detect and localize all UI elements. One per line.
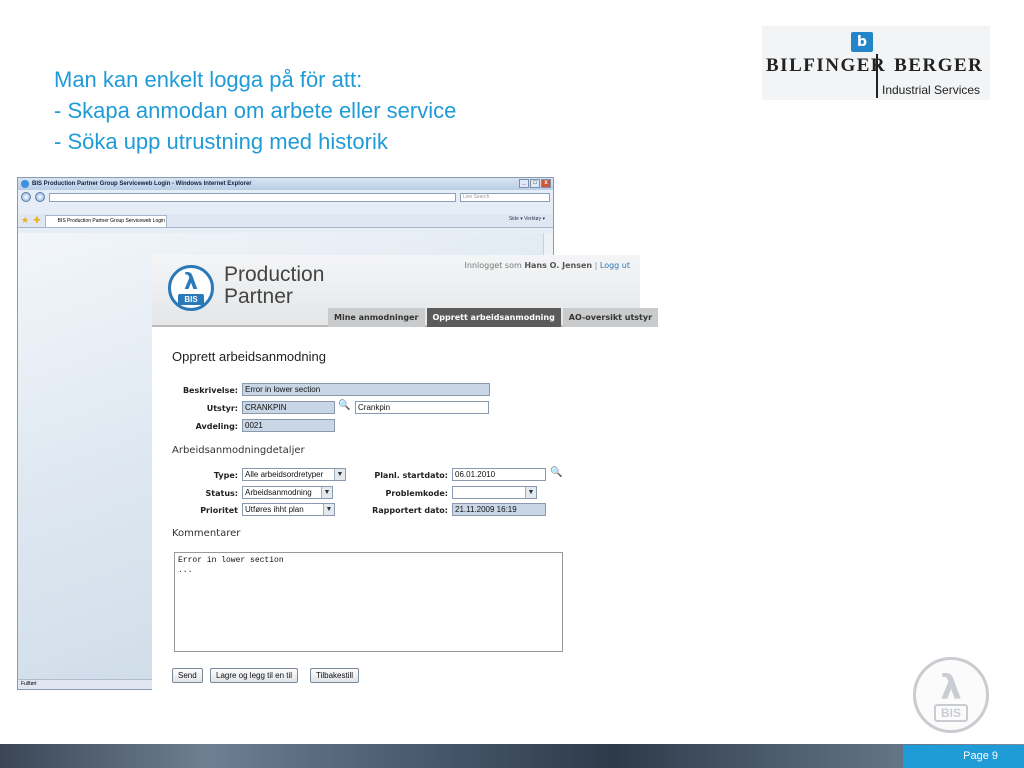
type-select[interactable]: Alle arbeidsordretyper ▼ (242, 468, 346, 481)
start-date-field[interactable]: 06.01.2010 (452, 468, 546, 481)
comments-textarea[interactable]: Error in lower section ... (174, 552, 563, 652)
calendar-search-icon[interactable]: 🔍 (550, 467, 562, 478)
logo-subtitle: Industrial Services (882, 83, 981, 97)
browser-titlebar: BIS Production Partner Group Serviceweb … (18, 178, 553, 190)
address-input[interactable] (49, 192, 456, 202)
chevron-down-icon: ▼ (525, 487, 536, 498)
favorites-star-icon[interactable]: ★ (21, 215, 29, 226)
window-title: BIS Production Partner Group Serviceweb … (32, 181, 252, 187)
type-label: Type: (213, 471, 238, 480)
priority-label: Prioritet (200, 506, 238, 515)
priority-select[interactable]: Utføres ihht plan ▼ (242, 503, 335, 516)
app-tabs: Mine anmodninger Opprett arbeidsanmodnin… (328, 308, 659, 327)
details-section-title: Arbeidsanmodningdetaljer (172, 445, 305, 456)
logo-name-right: BERGER (894, 55, 984, 76)
send-button[interactable]: Send (172, 668, 203, 683)
save-add-button[interactable]: Lagre og legg til en til (210, 668, 299, 683)
type-select-value: Alle arbeidsordretyper (245, 470, 324, 479)
bis-logo: λ BIS (168, 265, 214, 311)
menu-strip (18, 204, 553, 214)
bilfinger-berger-logo: b BILFINGER BERGER Industrial Services (762, 26, 990, 100)
login-separator: | (594, 261, 598, 270)
industrial-photo-strip (0, 744, 1024, 768)
browser-tools[interactable]: Side ▾ Verktøy ▾ (509, 216, 545, 222)
app-header: λ BIS Production Partner Innlogget som H… (152, 255, 659, 327)
login-info: Innlogget som Hans O. Jensen | Logg ut (465, 261, 630, 270)
bis-watermark-logo: λ BIS (913, 657, 989, 733)
add-favorites-icon[interactable]: ✚ (33, 215, 41, 226)
department-field[interactable]: 0021 (242, 419, 335, 432)
logo-mark-icon: b (851, 32, 873, 52)
reported-date-field: 21.11.2009 16:19 (452, 503, 546, 516)
maximize-button[interactable]: □ (530, 179, 540, 188)
slide-heading: Man kan enkelt logga på för att: - Skapa… (54, 64, 456, 157)
start-date-label: Planl. startdato: (374, 471, 448, 480)
lambda-icon: λ (940, 668, 962, 708)
department-label: Avdeling: (195, 422, 238, 431)
heading-line-3: - Söka upp utrustning med historik (54, 129, 388, 154)
ie-icon (21, 180, 29, 188)
problem-code-label: Problemkode: (385, 489, 449, 498)
status-label: Status: (205, 489, 238, 498)
minimize-button[interactable]: _ (519, 179, 529, 188)
tab-ao-oversikt-utstyr[interactable]: AO-oversikt utstyr (562, 308, 659, 327)
description-field[interactable]: Error in lower section (242, 383, 490, 396)
logout-link[interactable]: Logg ut (600, 261, 630, 270)
forward-icon[interactable] (35, 192, 45, 202)
close-button[interactable]: x (541, 179, 551, 188)
equipment-name-field: Crankpin (355, 401, 489, 414)
window-controls: _ □ x (519, 179, 551, 188)
tab-opprett-arbeidsanmodning[interactable]: Opprett arbeidsanmodning (426, 308, 561, 327)
heading-line-1: Man kan enkelt logga på för att: (54, 67, 363, 92)
address-bar: Live Search (18, 190, 553, 204)
page-title: Opprett arbeidsanmodning (172, 349, 326, 364)
chevron-down-icon: ▼ (321, 487, 332, 498)
chevron-down-icon: ▼ (334, 469, 345, 480)
app-page: λ BIS Production Partner Innlogget som H… (152, 255, 659, 690)
brand-name: Production Partner (224, 264, 324, 308)
description-label: Beskrivelse: (182, 386, 238, 395)
reported-date-label: Rapportert dato: (372, 506, 448, 515)
status-select[interactable]: Arbeidsanmodning ▼ (242, 486, 333, 499)
tab-bar: ★ ✚ BIS Production Partner Group Service… (18, 214, 553, 228)
lambda-icon: λ (184, 270, 198, 295)
logo-name: BILFINGER BERGER (766, 55, 983, 77)
problem-code-select[interactable]: ▼ (452, 486, 537, 499)
bis-watermark-text: BIS (934, 704, 968, 722)
logo-name-left: BILFINGER (766, 55, 887, 76)
chevron-down-icon: ▼ (323, 504, 334, 515)
browser-tab[interactable]: BIS Production Partner Group Serviceweb … (44, 214, 167, 227)
reset-button[interactable]: Tilbakestill (310, 668, 360, 683)
back-icon[interactable] (21, 192, 31, 202)
equipment-field[interactable]: CRANKPIN (242, 401, 335, 414)
brand-line-2: Partner (224, 285, 293, 308)
logo-divider (876, 54, 878, 98)
tab-mine-anmodninger[interactable]: Mine anmodninger (328, 308, 425, 327)
comments-section-title: Kommentarer (172, 528, 241, 539)
priority-select-value: Utføres ihht plan (245, 505, 304, 514)
brand-line-1: Production (224, 263, 325, 286)
heading-line-2: - Skapa anmodan om arbete eller service (54, 98, 457, 123)
search-input[interactable]: Live Search (460, 192, 550, 202)
bis-logo-text: BIS (178, 294, 204, 305)
page-number: Page 9 (903, 745, 1024, 768)
equipment-label: Utstyr: (206, 404, 238, 413)
login-user: Hans O. Jensen (524, 261, 593, 270)
status-select-value: Arbeidsanmodning (245, 488, 312, 497)
equipment-search-icon[interactable]: 🔍 (338, 400, 350, 411)
login-prefix: Innlogget som (464, 261, 522, 270)
